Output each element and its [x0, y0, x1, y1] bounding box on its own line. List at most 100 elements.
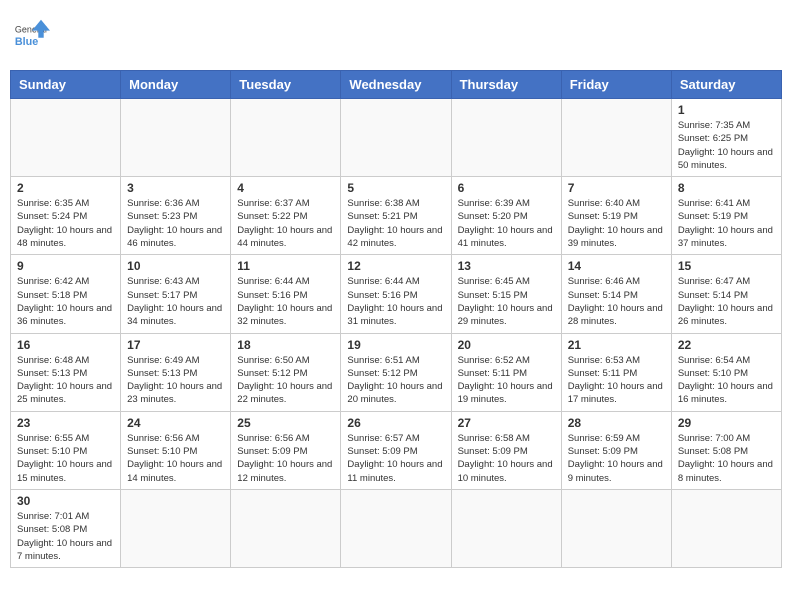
- calendar-cell: [451, 489, 561, 567]
- day-info: Sunrise: 6:44 AM Sunset: 5:16 PM Dayligh…: [237, 275, 334, 328]
- calendar-cell: [11, 99, 121, 177]
- calendar-cell: 5 Sunrise: 6:38 AM Sunset: 5:21 PM Daylig…: [341, 177, 451, 255]
- day-info: Sunrise: 6:37 AM Sunset: 5:22 PM Dayligh…: [237, 197, 334, 250]
- calendar-cell: 20Sunrise: 6:52 AM Sunset: 5:11 PM Dayli…: [451, 333, 561, 411]
- day-number: 13: [458, 259, 555, 273]
- day-info: Sunrise: 6:41 AM Sunset: 5:19 PM Dayligh…: [678, 197, 775, 250]
- calendar-cell: 17 Sunrise: 6:49 AM Sunset: 5:13 PM Dayli…: [121, 333, 231, 411]
- day-number: 22: [678, 338, 775, 352]
- weekday-header-monday: Monday: [121, 71, 231, 99]
- calendar-cell: [561, 489, 671, 567]
- calendar-cell: [121, 99, 231, 177]
- calendar-cell: 6 Sunrise: 6:39 AM Sunset: 5:20 PM Daylig…: [451, 177, 561, 255]
- day-number: 28: [568, 416, 665, 430]
- calendar-cell: 13 Sunrise: 6:45 AM Sunset: 5:15 PM Dayli…: [451, 255, 561, 333]
- calendar-cell: 10Sunrise: 6:43 AM Sunset: 5:17 PM Dayli…: [121, 255, 231, 333]
- calendar-week-row: 16 Sunrise: 6:48 AM Sunset: 5:13 PM Dayli…: [11, 333, 782, 411]
- day-number: 14: [568, 259, 665, 273]
- day-number: 29: [678, 416, 775, 430]
- calendar-cell: 24 Sunrise: 6:56 AM Sunset: 5:10 PM Dayli…: [121, 411, 231, 489]
- weekday-header-thursday: Thursday: [451, 71, 561, 99]
- day-number: 17: [127, 338, 224, 352]
- calendar-cell: 26 Sunrise: 6:57 AM Sunset: 5:09 PM Dayli…: [341, 411, 451, 489]
- day-info: Sunrise: 6:53 AM Sunset: 5:11 PM Dayligh…: [568, 354, 665, 407]
- day-number: 26: [347, 416, 444, 430]
- page-header: GeneralBlue: [10, 10, 782, 62]
- day-info: Sunrise: 7:00 AM Sunset: 5:08 PM Dayligh…: [678, 432, 775, 485]
- weekday-header-friday: Friday: [561, 71, 671, 99]
- day-number: 21: [568, 338, 665, 352]
- calendar-cell: 15 Sunrise: 6:47 AM Sunset: 5:14 PM Dayli…: [671, 255, 781, 333]
- logo-icon: GeneralBlue: [14, 18, 50, 54]
- day-info: Sunrise: 6:55 AM Sunset: 5:10 PM Dayligh…: [17, 432, 114, 485]
- calendar-cell: 7 Sunrise: 6:40 AM Sunset: 5:19 PM Daylig…: [561, 177, 671, 255]
- calendar-cell: 2 Sunrise: 6:35 AM Sunset: 5:24 PM Daylig…: [11, 177, 121, 255]
- day-info: Sunrise: 6:54 AM Sunset: 5:10 PM Dayligh…: [678, 354, 775, 407]
- day-info: Sunrise: 6:57 AM Sunset: 5:09 PM Dayligh…: [347, 432, 444, 485]
- day-number: 9: [17, 259, 114, 273]
- calendar-cell: [341, 489, 451, 567]
- day-info: Sunrise: 6:45 AM Sunset: 5:15 PM Dayligh…: [458, 275, 555, 328]
- day-info: Sunrise: 6:48 AM Sunset: 5:13 PM Dayligh…: [17, 354, 114, 407]
- day-number: 20: [458, 338, 555, 352]
- svg-text:Blue: Blue: [15, 36, 38, 48]
- day-info: Sunrise: 6:42 AM Sunset: 5:18 PM Dayligh…: [17, 275, 114, 328]
- day-info: Sunrise: 6:39 AM Sunset: 5:20 PM Dayligh…: [458, 197, 555, 250]
- day-info: Sunrise: 6:58 AM Sunset: 5:09 PM Dayligh…: [458, 432, 555, 485]
- day-info: Sunrise: 6:38 AM Sunset: 5:21 PM Dayligh…: [347, 197, 444, 250]
- calendar-cell: [671, 489, 781, 567]
- day-info: Sunrise: 6:36 AM Sunset: 5:23 PM Dayligh…: [127, 197, 224, 250]
- calendar-cell: 9 Sunrise: 6:42 AM Sunset: 5:18 PM Daylig…: [11, 255, 121, 333]
- calendar-cell: 22 Sunrise: 6:54 AM Sunset: 5:10 PM Dayli…: [671, 333, 781, 411]
- day-info: Sunrise: 6:40 AM Sunset: 5:19 PM Dayligh…: [568, 197, 665, 250]
- day-number: 8: [678, 181, 775, 195]
- calendar-week-row: 30 Sunrise: 7:01 AM Sunset: 5:08 PM Dayli…: [11, 489, 782, 567]
- day-number: 10: [127, 259, 224, 273]
- calendar-cell: 18Sunrise: 6:50 AM Sunset: 5:12 PM Dayli…: [231, 333, 341, 411]
- day-info: Sunrise: 6:56 AM Sunset: 5:09 PM Dayligh…: [237, 432, 334, 485]
- calendar-cell: 11 Sunrise: 6:44 AM Sunset: 5:16 PM Dayli…: [231, 255, 341, 333]
- calendar-cell: 28 Sunrise: 6:59 AM Sunset: 5:09 PM Dayli…: [561, 411, 671, 489]
- calendar-cell: 29 Sunrise: 7:00 AM Sunset: 5:08 PM Dayli…: [671, 411, 781, 489]
- day-number: 6: [458, 181, 555, 195]
- day-number: 1: [678, 103, 775, 117]
- day-number: 24: [127, 416, 224, 430]
- calendar-cell: [231, 489, 341, 567]
- day-info: Sunrise: 7:01 AM Sunset: 5:08 PM Dayligh…: [17, 510, 114, 563]
- calendar-cell: 4Sunrise: 6:37 AM Sunset: 5:22 PM Daylig…: [231, 177, 341, 255]
- day-number: 11: [237, 259, 334, 273]
- weekday-header-row: SundayMondayTuesdayWednesdayThursdayFrid…: [11, 71, 782, 99]
- day-info: Sunrise: 6:49 AM Sunset: 5:13 PM Dayligh…: [127, 354, 224, 407]
- calendar-cell: [231, 99, 341, 177]
- calendar-cell: 30 Sunrise: 7:01 AM Sunset: 5:08 PM Dayli…: [11, 489, 121, 567]
- weekday-header-tuesday: Tuesday: [231, 71, 341, 99]
- weekday-header-sunday: Sunday: [11, 71, 121, 99]
- calendar-cell: [561, 99, 671, 177]
- day-info: Sunrise: 6:56 AM Sunset: 5:10 PM Dayligh…: [127, 432, 224, 485]
- day-info: Sunrise: 6:51 AM Sunset: 5:12 PM Dayligh…: [347, 354, 444, 407]
- calendar-cell: 27 Sunrise: 6:58 AM Sunset: 5:09 PM Dayli…: [451, 411, 561, 489]
- logo: GeneralBlue: [14, 18, 50, 54]
- day-number: 2: [17, 181, 114, 195]
- calendar-week-row: 1Sunrise: 7:35 AM Sunset: 6:25 PM Daylig…: [11, 99, 782, 177]
- day-number: 7: [568, 181, 665, 195]
- calendar-week-row: 9 Sunrise: 6:42 AM Sunset: 5:18 PM Daylig…: [11, 255, 782, 333]
- day-number: 15: [678, 259, 775, 273]
- calendar-table: SundayMondayTuesdayWednesdayThursdayFrid…: [10, 70, 782, 568]
- calendar-week-row: 2 Sunrise: 6:35 AM Sunset: 5:24 PM Daylig…: [11, 177, 782, 255]
- day-number: 27: [458, 416, 555, 430]
- day-info: Sunrise: 6:59 AM Sunset: 5:09 PM Dayligh…: [568, 432, 665, 485]
- calendar-cell: 21 Sunrise: 6:53 AM Sunset: 5:11 PM Dayli…: [561, 333, 671, 411]
- day-info: Sunrise: 6:44 AM Sunset: 5:16 PM Dayligh…: [347, 275, 444, 328]
- calendar-cell: [121, 489, 231, 567]
- day-number: 12: [347, 259, 444, 273]
- calendar-cell: 25Sunrise: 6:56 AM Sunset: 5:09 PM Dayli…: [231, 411, 341, 489]
- calendar-cell: 23 Sunrise: 6:55 AM Sunset: 5:10 PM Dayli…: [11, 411, 121, 489]
- day-number: 30: [17, 494, 114, 508]
- day-info: Sunrise: 6:47 AM Sunset: 5:14 PM Dayligh…: [678, 275, 775, 328]
- day-number: 5: [347, 181, 444, 195]
- day-info: Sunrise: 6:35 AM Sunset: 5:24 PM Dayligh…: [17, 197, 114, 250]
- day-number: 16: [17, 338, 114, 352]
- day-number: 23: [17, 416, 114, 430]
- calendar-cell: 8 Sunrise: 6:41 AM Sunset: 5:19 PM Daylig…: [671, 177, 781, 255]
